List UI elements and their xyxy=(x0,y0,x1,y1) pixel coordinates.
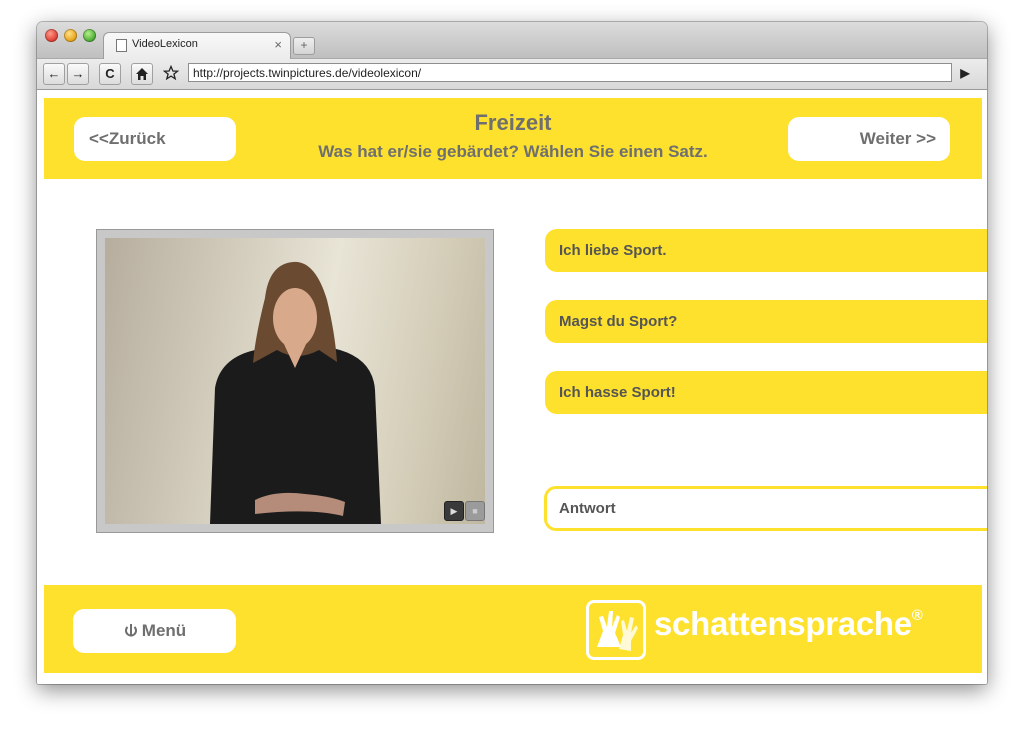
signer-person-image xyxy=(210,261,381,524)
answer-option-1[interactable]: Ich liebe Sport. xyxy=(545,229,987,272)
star-icon xyxy=(162,64,180,81)
logo-hands-icon xyxy=(586,600,646,660)
video-stop-button[interactable]: ■ xyxy=(465,501,485,521)
document-icon xyxy=(116,39,127,52)
brand-name: schattensprache xyxy=(654,605,912,642)
answer-option-3[interactable]: Ich hasse Sport! xyxy=(545,371,987,414)
home-icon xyxy=(136,68,148,80)
back-button[interactable]: ← xyxy=(43,63,65,85)
bookmark-button[interactable] xyxy=(161,63,181,83)
close-window-button[interactable] xyxy=(45,29,58,42)
page-content: <<Zurück Freizeit Was hat er/sie gebärde… xyxy=(37,90,987,684)
maximize-window-button[interactable] xyxy=(83,29,96,42)
go-button[interactable]: ▶ xyxy=(955,63,975,83)
reload-button[interactable]: C xyxy=(99,63,121,85)
video-player[interactable]: ▶ ■ xyxy=(96,229,494,533)
answer-option-2[interactable]: Magst du Sport? xyxy=(545,300,987,343)
power-icon xyxy=(124,624,137,637)
menu-label: Menü xyxy=(141,621,187,640)
url-input[interactable]: http://projects.twinpictures.de/videolex… xyxy=(188,63,952,82)
browser-window: VideoLexicon × + ← → C http://projects.t… xyxy=(37,22,987,684)
footer-bar: Menü schattensprache® xyxy=(44,585,982,673)
new-tab-button[interactable]: + xyxy=(293,37,315,55)
tab-title: VideoLexicon xyxy=(132,38,198,50)
menu-button[interactable]: Menü xyxy=(73,609,236,653)
answer-field[interactable]: Antwort xyxy=(544,486,987,531)
forward-button[interactable]: → xyxy=(67,63,89,85)
header-bar: <<Zurück Freizeit Was hat er/sie gebärde… xyxy=(44,98,982,179)
trademark-symbol: ® xyxy=(911,607,923,624)
video-frame: ▶ ■ xyxy=(105,238,485,524)
video-play-button[interactable]: ▶ xyxy=(444,501,464,521)
next-link[interactable]: Weiter >> xyxy=(788,117,950,161)
tab-close-icon[interactable]: × xyxy=(274,37,282,52)
minimize-window-button[interactable] xyxy=(64,29,77,42)
browser-tab[interactable]: VideoLexicon × xyxy=(103,32,291,59)
home-button[interactable] xyxy=(131,63,153,85)
browser-toolbar: ← → C http://projects.twinpictures.de/vi… xyxy=(37,59,987,90)
tab-strip: VideoLexicon × + xyxy=(37,22,987,59)
brand-logo-text: schattensprache® xyxy=(654,605,923,643)
